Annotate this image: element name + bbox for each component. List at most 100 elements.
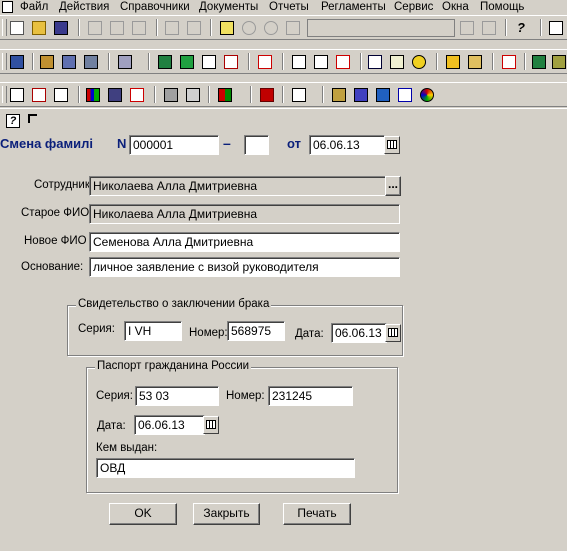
menu-actions[interactable]: Действия (59, 0, 109, 14)
add-document-icon[interactable] (222, 53, 240, 71)
print-button[interactable]: Печать (283, 503, 351, 525)
context-help-arrow-icon[interactable] (26, 112, 44, 130)
chart-delete-icon[interactable] (128, 86, 146, 104)
find-prev-icon[interactable] (480, 19, 498, 37)
toolbar-grip[interactable] (2, 86, 7, 103)
passport-number-label: Номер: (226, 390, 265, 402)
archive-icon[interactable] (466, 53, 484, 71)
passport-number-field[interactable]: 231245 (268, 386, 353, 406)
toolbar-grip[interactable] (2, 53, 7, 70)
hire-icon[interactable] (156, 53, 174, 71)
reference-icon[interactable] (550, 53, 567, 71)
marriage-series-field[interactable]: I VH (124, 321, 182, 341)
report-table-icon[interactable] (30, 86, 48, 104)
toolbar-separator (540, 19, 542, 36)
table-icon[interactable] (200, 53, 218, 71)
toolbar-separator (148, 53, 150, 70)
calculator-icon[interactable] (547, 19, 565, 37)
marriage-date-field[interactable]: 06.06.13 (331, 323, 387, 343)
edit-icon[interactable] (290, 53, 308, 71)
floppy-icon[interactable] (106, 86, 124, 104)
tree-icon[interactable] (330, 86, 348, 104)
toolbar-grip[interactable] (2, 19, 7, 36)
help-icon[interactable]: ? (512, 19, 530, 37)
binder-icon[interactable] (216, 86, 234, 104)
globe-icon[interactable] (418, 86, 436, 104)
menu-directories[interactable]: Справочники (120, 0, 190, 14)
card-icon[interactable] (388, 53, 406, 71)
new-name-field[interactable]: Семенова Алла Дмитриевна (89, 232, 400, 252)
passport-date-field[interactable]: 06.06.13 (134, 415, 205, 435)
toolbar-reports (0, 82, 567, 107)
bar-chart-icon[interactable] (84, 86, 102, 104)
tools-icon[interactable] (352, 86, 370, 104)
new-document-icon[interactable] (8, 19, 26, 37)
staff-icon[interactable] (60, 53, 78, 71)
employee-select-button[interactable]: ... (385, 176, 401, 196)
search-combobox[interactable] (307, 19, 455, 37)
document-date-field[interactable]: 06.06.13 (309, 135, 385, 155)
toolbar-separator (32, 53, 34, 70)
employee-field[interactable]: Николаева Алла Дмитриевна (89, 176, 386, 196)
menu-windows[interactable]: Окна (442, 0, 469, 14)
menu-regulations[interactable]: Регламенты (321, 0, 386, 14)
find-icon[interactable] (284, 19, 302, 37)
checkbox-icon[interactable] (312, 53, 330, 71)
menu-reports[interactable]: Отчеты (269, 0, 309, 14)
issued-by-field[interactable]: ОВД (96, 458, 355, 478)
calculator-report-icon[interactable] (184, 86, 202, 104)
paste-icon[interactable] (130, 19, 148, 37)
marriage-date-calendar-button[interactable] (385, 324, 401, 342)
cut-icon[interactable] (86, 19, 104, 37)
toolbar-separator (436, 53, 438, 70)
document-arrow-icon[interactable] (290, 86, 308, 104)
issued-by-label: Кем выдан: (96, 442, 158, 454)
checklist-icon[interactable] (334, 53, 352, 71)
computer-icon[interactable] (162, 86, 180, 104)
settings-form-icon[interactable] (374, 86, 392, 104)
print-preview-icon[interactable] (185, 19, 203, 37)
transfer-icon[interactable] (178, 53, 196, 71)
toolbar-separator (492, 53, 494, 70)
line-chart-icon[interactable] (52, 86, 70, 104)
passport-date-calendar-button[interactable] (203, 416, 219, 434)
ok-button[interactable]: OK (109, 503, 177, 525)
undo-icon[interactable] (240, 19, 258, 37)
journal-icon[interactable] (38, 53, 56, 71)
menu-file[interactable]: Файл (20, 0, 48, 14)
close-button[interactable]: Закрыть (193, 503, 260, 525)
calendar-icon (387, 140, 397, 149)
app-icon[interactable] (2, 1, 13, 13)
copy-icon[interactable] (108, 19, 126, 37)
document-number-suffix-field[interactable] (244, 135, 269, 155)
menu-documents[interactable]: Документы (199, 0, 258, 14)
run-icon[interactable] (258, 86, 276, 104)
find-next-icon[interactable] (458, 19, 476, 37)
employees-icon[interactable] (8, 53, 26, 71)
passport-series-field[interactable]: 53 03 (135, 386, 219, 406)
books-icon[interactable] (530, 53, 548, 71)
redo-icon[interactable] (262, 19, 280, 37)
save-icon[interactable] (52, 19, 70, 37)
open-folder-icon[interactable] (30, 19, 48, 37)
print-icon[interactable] (163, 19, 181, 37)
stack-icon[interactable] (444, 53, 462, 71)
organization-icon[interactable] (82, 53, 100, 71)
calendar-icon[interactable] (396, 86, 414, 104)
book-icon[interactable] (366, 53, 384, 71)
toolbar-directories (0, 49, 567, 74)
document-title: Смена фамилі (0, 136, 94, 151)
sunglasses-icon[interactable] (410, 53, 428, 71)
delete-mark-icon[interactable] (500, 53, 518, 71)
menu-service[interactable]: Сервис (394, 0, 433, 14)
menu-help[interactable]: Помощь (480, 0, 524, 14)
properties-icon[interactable] (218, 19, 236, 37)
percent-icon[interactable] (256, 53, 274, 71)
marriage-number-field[interactable]: 568975 (227, 321, 285, 341)
document-date-calendar-button[interactable] (384, 136, 400, 154)
tool-icon[interactable] (116, 53, 134, 71)
document-number-field[interactable]: 000001 (129, 135, 219, 155)
report-list-icon[interactable] (8, 86, 26, 104)
help-question-icon[interactable]: ? (4, 112, 22, 130)
basis-field[interactable]: личное заявление с визой руководителя (89, 257, 400, 277)
